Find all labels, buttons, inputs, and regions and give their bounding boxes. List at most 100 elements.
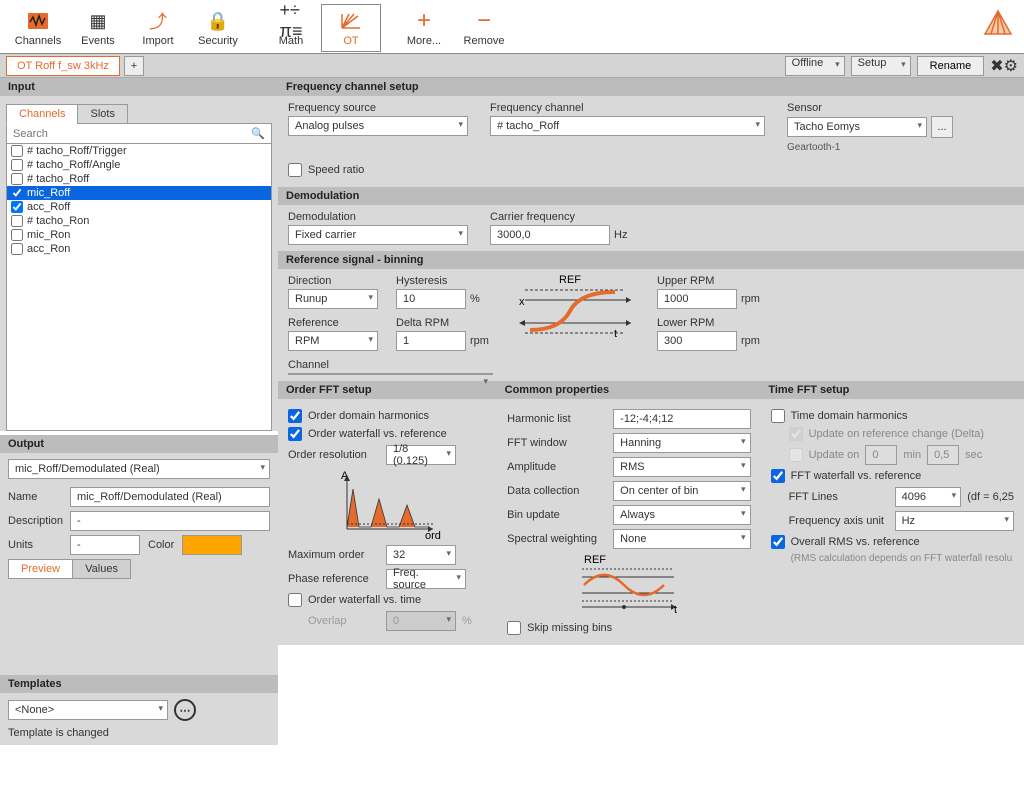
events-button[interactable]: ▦Events	[68, 4, 128, 52]
minus-icon: −	[477, 9, 491, 33]
channels-subtab[interactable]: Channels	[6, 104, 78, 124]
calendar-icon: ▦	[89, 9, 106, 33]
order-waterfall-ref-check[interactable]: Order waterfall vs. reference	[288, 427, 487, 441]
upper-rpm-input[interactable]: 1000	[657, 289, 737, 309]
phase-ref-select[interactable]: Freq. source	[386, 569, 466, 589]
freq-setup-header: Frequency channel setup	[278, 78, 1024, 96]
math-button[interactable]: +÷π≡Math	[261, 4, 321, 52]
common-props-header: Common properties	[497, 381, 761, 399]
direction-select[interactable]: Runup	[288, 289, 378, 309]
freq-axis-unit-select[interactable]: Hz	[895, 511, 1014, 531]
svg-text:t: t	[614, 328, 617, 340]
ref-header: Reference signal - binning	[278, 251, 1024, 269]
search-icon[interactable]: 🔍	[245, 124, 271, 143]
fft-waterfall-ref-check[interactable]: FFT waterfall vs. reference	[771, 469, 1014, 483]
update-sec-input: 0,5	[927, 445, 959, 465]
overlap-select: 0	[386, 611, 456, 631]
input-header: Input	[0, 78, 278, 96]
update-on-check	[789, 448, 803, 462]
channel-item[interactable]: # tacho_Ron	[7, 214, 271, 228]
fft-window-select[interactable]: Hanning	[613, 433, 750, 453]
svg-text:ord: ord	[425, 530, 441, 541]
output-units-input[interactable]: -	[70, 535, 140, 555]
channel-item[interactable]: # tacho_Roff/Angle	[7, 158, 271, 172]
templates-header: Templates	[0, 675, 278, 693]
order-fft-header: Order FFT setup	[278, 381, 497, 399]
hysteresis-input[interactable]: 10	[396, 289, 466, 309]
slots-subtab[interactable]: Slots	[77, 104, 127, 124]
output-desc-input[interactable]: -	[70, 511, 270, 531]
output-name-input[interactable]: mic_Roff/Demodulated (Real)	[70, 487, 270, 507]
data-collection-select[interactable]: On center of bin	[613, 481, 750, 501]
channel-item[interactable]: # tacho_Roff	[7, 172, 271, 186]
channel-search: 🔍	[6, 123, 272, 144]
delta-rpm-input[interactable]: 1	[396, 331, 466, 351]
overall-rms-check[interactable]: Overall RMS vs. reference	[771, 535, 1014, 549]
time-fft-header: Time FFT setup	[760, 381, 1024, 399]
svg-text:REF: REF	[559, 275, 581, 286]
mode-select[interactable]: Offline	[785, 56, 845, 76]
template-options-button[interactable]: ⋯	[174, 699, 196, 721]
reference-select[interactable]: RPM	[288, 331, 378, 351]
channels-button[interactable]: Channels	[8, 4, 68, 52]
order-harmonics-check[interactable]: Order domain harmonics	[288, 409, 487, 423]
remove-button[interactable]: −Remove	[454, 4, 514, 52]
amplitude-select[interactable]: RMS	[613, 457, 750, 477]
spectral-weight-select[interactable]: None	[613, 529, 750, 549]
bin-diagram: REFt	[574, 555, 684, 615]
values-tab[interactable]: Values	[72, 559, 131, 579]
plus-icon: +	[417, 9, 431, 33]
import-icon: ⤴	[149, 9, 167, 33]
max-order-select[interactable]: 32	[386, 545, 456, 565]
template-select[interactable]: <None>	[8, 700, 168, 720]
channel-item[interactable]: mic_Roff	[7, 186, 271, 200]
more-button[interactable]: +More...	[394, 4, 454, 52]
ot-icon	[340, 9, 362, 33]
document-tabbar: OT Roff f_sw 3kHz + Offline Setup Rename…	[0, 54, 1024, 78]
channel-item[interactable]: acc_Ron	[7, 242, 271, 256]
output-channel-select[interactable]: mic_Roff/Demodulated (Real)	[8, 459, 270, 479]
fft-lines-select[interactable]: 4096	[895, 487, 962, 507]
update-ref-change-check: Update on reference change (Delta)	[771, 427, 1014, 441]
channels-icon	[27, 9, 49, 33]
rename-button[interactable]: Rename	[917, 56, 985, 76]
ref-signal-diagram: REF x t	[515, 275, 635, 347]
lower-rpm-input[interactable]: 300	[657, 331, 737, 351]
bin-update-select[interactable]: Always	[613, 505, 750, 525]
import-button[interactable]: ⤴Import	[128, 4, 188, 52]
security-button[interactable]: 🔒Security	[188, 4, 248, 52]
channel-item[interactable]: acc_Roff	[7, 200, 271, 214]
lock-icon: 🔒	[207, 9, 229, 33]
freq-channel-select[interactable]: # tacho_Roff	[490, 116, 765, 136]
math-icon: +÷π≡	[280, 9, 303, 33]
sensor-edit-button[interactable]: ...	[931, 116, 953, 138]
channel-item[interactable]: mic_Ron	[7, 228, 271, 242]
freq-source-select[interactable]: Analog pulses	[288, 116, 468, 136]
sensor-select[interactable]: Tacho Eomys	[787, 117, 927, 137]
channel-list[interactable]: # tacho_Roff/Trigger# tacho_Roff/Angle# …	[6, 144, 272, 431]
svg-text:REF: REF	[584, 555, 606, 566]
settings-icon[interactable]: ✖⚙	[990, 56, 1018, 76]
order-res-select[interactable]: 1/8 (0.125)	[386, 445, 456, 465]
time-harmonics-check[interactable]: Time domain harmonics	[771, 409, 1014, 423]
ot-button[interactable]: OT	[321, 4, 381, 52]
add-tab-button[interactable]: +	[124, 56, 144, 76]
order-waterfall-time-check[interactable]: Order waterfall vs. time	[288, 593, 487, 607]
main-toolbar: Channels ▦Events ⤴Import 🔒Security +÷π≡M…	[0, 0, 1024, 54]
ref-channel-select[interactable]	[288, 373, 493, 375]
carrier-freq-input[interactable]: 3000,0	[490, 225, 610, 245]
search-input[interactable]	[7, 124, 245, 143]
skip-bins-check[interactable]: Skip missing bins	[507, 621, 750, 635]
demod-header: Demodulation	[278, 187, 1024, 205]
demod-select[interactable]: Fixed carrier	[288, 225, 468, 245]
order-plot-diagram: Aord	[333, 469, 443, 541]
svg-text:x: x	[519, 296, 525, 308]
channel-item[interactable]: # tacho_Roff/Trigger	[7, 144, 271, 158]
output-color-swatch[interactable]	[182, 535, 242, 555]
output-header: Output	[0, 435, 278, 453]
document-tab[interactable]: OT Roff f_sw 3kHz	[6, 56, 120, 76]
harmonic-list-input[interactable]: -12;-4;4;12	[613, 409, 750, 429]
view-select[interactable]: Setup	[851, 56, 911, 76]
speed-ratio-check[interactable]: Speed ratio	[288, 163, 364, 177]
preview-tab[interactable]: Preview	[8, 559, 73, 579]
